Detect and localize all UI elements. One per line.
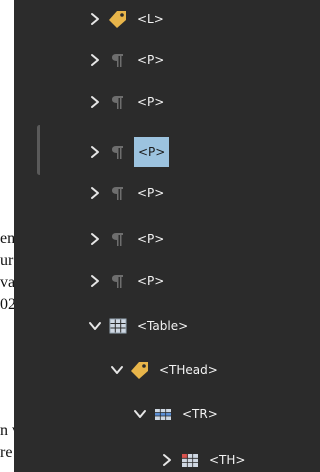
chevron-down-icon[interactable]	[110, 363, 124, 377]
document-page-edge: en ur va 02 n v re	[0, 0, 14, 472]
tags-panel-screenshot: en ur va 02 n v re <L> <	[0, 0, 302, 472]
tree-node-label: <Table>	[137, 319, 189, 333]
table-header-cell-icon	[180, 450, 200, 470]
tree-node-label-selected: <P>	[134, 137, 170, 167]
document-text-fragment: n v	[0, 422, 14, 439]
tree-node-thead[interactable]: <THead>	[110, 357, 221, 383]
tree-node-p[interactable]: <P>	[88, 268, 167, 294]
tree-node-p[interactable]: <P>	[88, 89, 167, 115]
chevron-right-icon[interactable]	[88, 95, 102, 109]
chevron-right-icon[interactable]	[88, 12, 102, 26]
tree-node-label: <THead>	[159, 363, 218, 377]
tree-node-label: <P>	[137, 53, 165, 67]
panel-gutter	[14, 0, 42, 472]
chevron-right-icon[interactable]	[88, 145, 102, 159]
document-text-fragment: 02	[0, 296, 14, 313]
chevron-down-icon[interactable]	[88, 319, 102, 333]
tree-node-label: <L>	[137, 12, 164, 26]
chevron-right-icon[interactable]	[88, 53, 102, 67]
paragraph-icon	[108, 229, 128, 249]
chevron-right-icon[interactable]	[88, 186, 102, 200]
tag-icon	[108, 9, 128, 29]
chevron-down-icon[interactable]	[133, 407, 147, 421]
document-text-fragment: re	[0, 444, 13, 461]
document-text-fragment: en	[0, 230, 14, 247]
paragraph-icon	[108, 271, 128, 291]
tag-tree: <L> <P> <P> <P> <P> <P> <P> <Table> <THe…	[40, 0, 302, 472]
chevron-right-icon[interactable]	[88, 232, 102, 246]
chevron-right-icon[interactable]	[88, 274, 102, 288]
tree-node-p[interactable]: <P>	[88, 47, 167, 73]
tree-node-table[interactable]: <Table>	[88, 313, 191, 339]
table-icon	[108, 316, 128, 336]
document-text-fragment: va	[0, 274, 14, 291]
tree-node-label: <P>	[137, 95, 165, 109]
tree-node-label: <P>	[137, 232, 165, 246]
document-text-fragment: ur	[0, 252, 14, 269]
tree-node-tr[interactable]: <TR>	[133, 401, 221, 427]
tree-node-label: <P>	[137, 274, 165, 288]
tree-node-l[interactable]: <L>	[88, 6, 167, 32]
tree-node-label: <P>	[137, 186, 165, 200]
table-row-icon	[153, 404, 173, 424]
paragraph-icon	[108, 50, 128, 70]
tree-node-label: <TH>	[209, 453, 246, 467]
tree-node-p[interactable]: <P>	[88, 226, 167, 252]
tag-icon	[130, 360, 150, 380]
paragraph-icon	[108, 183, 128, 203]
tree-node-p-selected[interactable]: <P>	[88, 137, 170, 167]
paragraph-icon	[108, 142, 128, 162]
tree-node-th[interactable]: <TH>	[160, 447, 248, 472]
paragraph-icon	[108, 92, 128, 112]
tree-node-label: <TR>	[182, 407, 218, 421]
chevron-right-icon[interactable]	[160, 453, 174, 467]
tree-node-p[interactable]: <P>	[88, 180, 167, 206]
